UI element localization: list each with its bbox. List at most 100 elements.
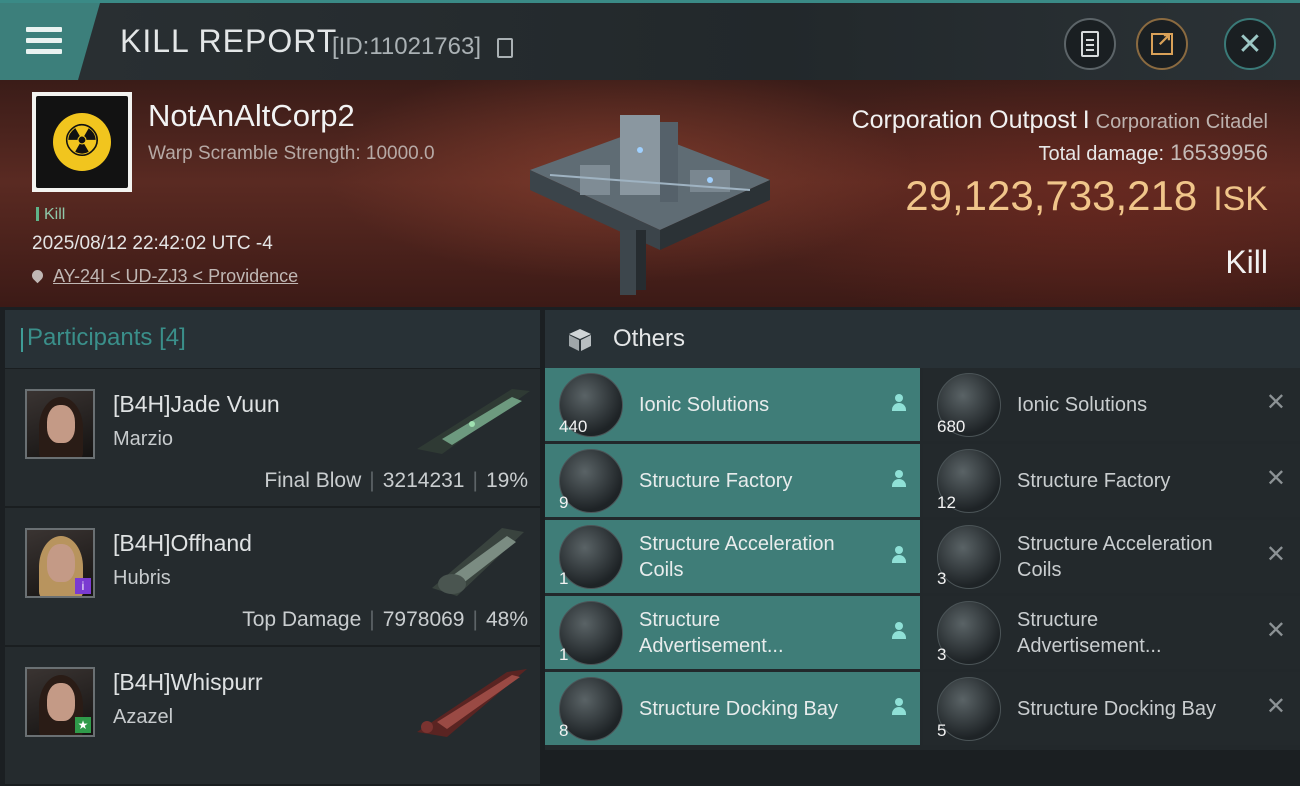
item-name: Structure Factory — [639, 469, 793, 492]
ship-image — [417, 669, 527, 737]
kill-summary-banner: ☢ NotAnAltCorp2 Warp Scramble Strength: … — [0, 80, 1300, 307]
item-name: Structure Acceleration Coils — [639, 532, 835, 581]
item-name: Structure Docking Bay — [639, 697, 838, 720]
dropped-item[interactable]: 1 Structure Acceleration Coils — [545, 520, 920, 593]
destroyed-item[interactable]: 12 Structure Factory ✕ — [923, 444, 1300, 517]
participant-row[interactable]: i [B4H]Offhand Hubris Top Damage | 7978069… — [5, 508, 540, 647]
kill-tag: Kill — [36, 206, 65, 224]
person-icon — [892, 470, 906, 488]
item-name: Ionic Solutions — [1017, 393, 1148, 416]
participant-row[interactable]: ★ [B4H]Whispurr Azazel — [5, 647, 540, 786]
item-name: Structure Factory — [1017, 469, 1171, 492]
destroyed-x-icon: ✕ — [1265, 693, 1286, 720]
participant-name: [B4H]Offhand — [113, 530, 252, 556]
participant-name: [B4H]Whispurr — [113, 669, 263, 695]
top-bar: KILL REPORT [ID:11021763] ✕ — [0, 0, 1300, 80]
corp-logo[interactable]: ☢ — [32, 92, 132, 192]
warp-scramble-strength: Warp Scramble Strength: 10000.0 — [148, 143, 435, 164]
location-pin-icon — [29, 267, 46, 284]
item-icon — [937, 677, 1001, 741]
item-icon — [937, 601, 1001, 665]
person-icon — [892, 394, 906, 412]
participant-row[interactable]: [B4H]Jade Vuun Marzio Final Blow | 3214231… — [5, 369, 540, 508]
close-button[interactable]: ✕ — [1224, 18, 1276, 70]
item-name: Structure Advertisement... — [639, 608, 784, 657]
item-quantity: 5 — [937, 721, 947, 740]
rank-badge-icon: i — [75, 578, 91, 594]
item-icon — [559, 525, 623, 589]
participants-panel: Participants [4] [B4H]Jade Vuun Marzio F… — [5, 310, 540, 786]
isk-value: 29,123,733,218 ISK — [905, 172, 1268, 219]
ship-image — [417, 389, 530, 454]
share-button[interactable] — [1136, 18, 1188, 70]
target-name: Corporation Outpost I Corporation Citadel — [851, 106, 1268, 134]
item-quantity: 1 — [559, 569, 569, 588]
kill-result: Kill — [1225, 244, 1268, 280]
structure-image — [530, 115, 770, 295]
avatar[interactable] — [25, 389, 95, 459]
participant-ship: Hubris — [113, 567, 171, 589]
item-quantity: 3 — [937, 645, 947, 664]
destroyed-item[interactable]: 680 Ionic Solutions ✕ — [923, 368, 1300, 441]
item-name: Ionic Solutions — [639, 393, 770, 416]
participant-name: [B4H]Jade Vuun — [113, 391, 280, 417]
destroyed-x-icon: ✕ — [1265, 541, 1286, 568]
clipboard-icon — [1081, 31, 1099, 57]
location-link[interactable]: AY-24I < UD-ZJ3 < Providence — [53, 266, 298, 286]
item-icon — [559, 449, 623, 513]
dropped-item[interactable]: 440 Ionic Solutions — [545, 368, 920, 441]
victim-corp-name[interactable]: NotAnAltCorp2 — [148, 98, 355, 134]
participants-header: Participants [4] — [5, 310, 540, 369]
total-damage: Total damage: 16539956 — [1038, 140, 1268, 165]
destroyed-x-icon: ✕ — [1265, 389, 1286, 416]
participants-label: Participants — [27, 324, 153, 351]
clipboard-button[interactable] — [1064, 18, 1116, 70]
others-panel: Others 440 Ionic Solutions 9 Structure F… — [545, 310, 1300, 750]
item-icon — [559, 601, 623, 665]
star-badge-icon: ★ — [75, 717, 91, 733]
item-icon — [559, 677, 623, 741]
person-icon — [892, 622, 906, 640]
participants-count: [4] — [159, 324, 186, 351]
others-header: Others — [545, 310, 1300, 368]
avatar[interactable]: ★ — [25, 667, 95, 737]
kill-id: [ID:11021763] — [332, 33, 482, 60]
others-label: Others — [613, 325, 686, 352]
destroyed-x-icon: ✕ — [1265, 617, 1286, 644]
item-quantity: 680 — [937, 417, 966, 436]
copy-icon[interactable] — [497, 38, 513, 58]
person-icon — [892, 698, 906, 716]
item-name: Structure Acceleration Coils — [1017, 532, 1213, 581]
destroyed-item[interactable]: 3 Structure Acceleration Coils ✕ — [923, 520, 1300, 593]
destroyed-x-icon: ✕ — [1265, 465, 1286, 492]
item-quantity: 12 — [937, 493, 956, 512]
page-title: KILL REPORT — [120, 23, 338, 59]
item-quantity: 8 — [559, 721, 569, 740]
dropped-item[interactable]: 9 Structure Factory — [545, 444, 920, 517]
dropped-item[interactable]: 8 Structure Docking Bay — [545, 672, 920, 745]
menu-button[interactable] — [0, 3, 100, 80]
close-icon: ✕ — [1237, 27, 1263, 61]
dropped-item[interactable]: 1 Structure Advertisement... — [545, 596, 920, 669]
item-quantity: 1 — [559, 645, 569, 664]
ship-image — [432, 528, 524, 596]
person-icon — [892, 546, 906, 564]
item-name: Structure Docking Bay — [1017, 697, 1216, 720]
participant-ship: Marzio — [113, 428, 174, 450]
hamburger-icon — [26, 27, 62, 60]
item-quantity: 9 — [559, 493, 569, 512]
cube-icon — [569, 329, 591, 351]
item-quantity: 440 — [559, 417, 588, 436]
item-quantity: 3 — [937, 569, 947, 588]
kill-location[interactable]: AY-24I < UD-ZJ3 < Providence — [29, 266, 298, 287]
destroyed-item[interactable]: 3 Structure Advertisement... ✕ — [923, 596, 1300, 669]
radiation-icon: ☢ — [53, 113, 111, 171]
share-icon — [1151, 29, 1173, 55]
kill-timestamp: 2025/08/12 22:42:02 UTC -4 — [32, 233, 273, 254]
participant-stats: Top Damage | 7978069 | 48% — [242, 608, 528, 631]
destroyed-item[interactable]: 5 Structure Docking Bay ✕ — [923, 672, 1300, 745]
item-icon — [937, 525, 1001, 589]
avatar[interactable]: i — [25, 528, 95, 598]
participant-ship: Azazel — [113, 706, 174, 728]
item-name: Structure Advertisement... — [1017, 608, 1162, 657]
